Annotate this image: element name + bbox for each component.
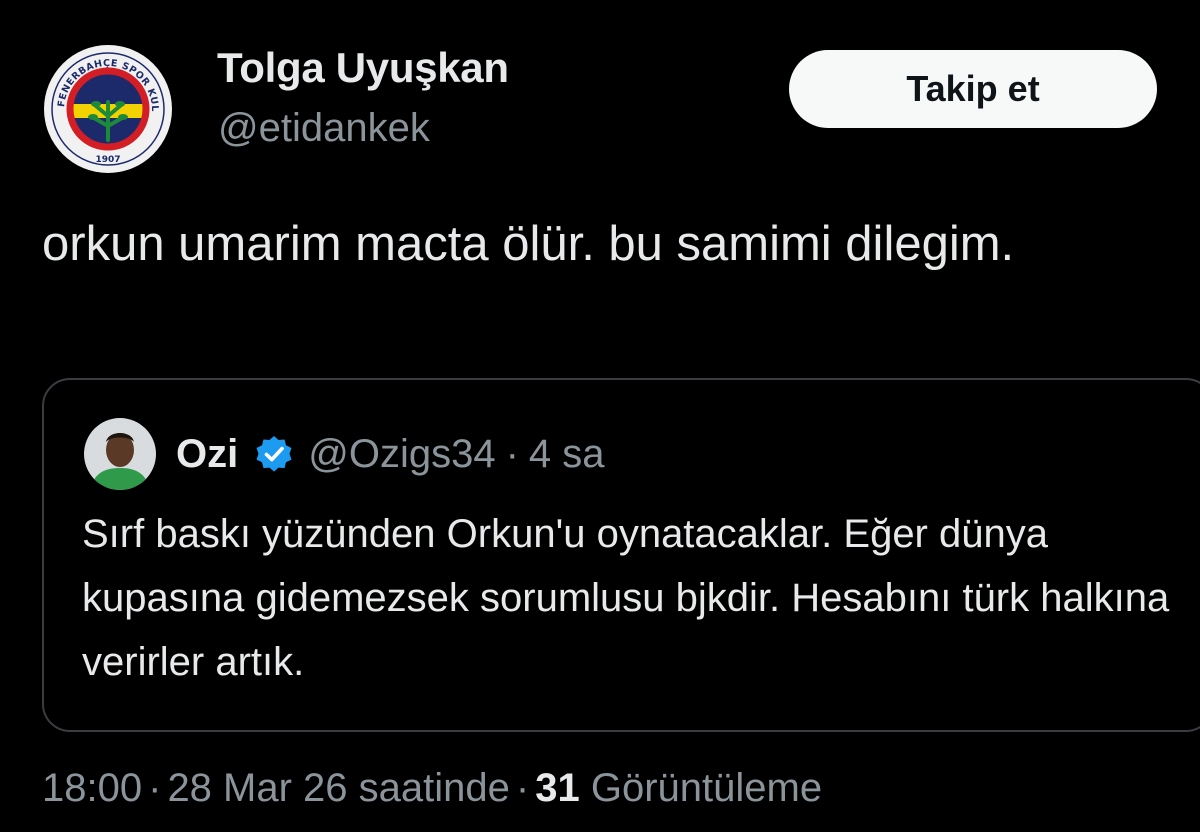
views-label[interactable]: Görüntüleme [591,766,822,810]
tweet-date[interactable]: 28 Mar 26 saatinde [167,766,509,810]
svg-text:1907: 1907 [95,155,120,165]
tweet-meta: 18:00 · 28 Mar 26 saatinde · 31 Görüntüleme [42,766,822,811]
quoted-tweet-card[interactable]: Ozi @Ozigs34 · 4 sa Sırf baskı yüzünden … [42,378,1200,732]
quoted-tweet-header: Ozi @Ozigs34 · 4 sa [176,424,605,484]
tweet-time[interactable]: 18:00 [42,766,142,810]
quoted-author-handle[interactable]: @Ozigs34 [308,432,495,477]
separator-dot: · [515,766,530,810]
quoted-author-avatar[interactable] [84,418,156,490]
person-avatar-icon [84,418,156,490]
separator-dot: · [505,431,519,476]
author-display-name[interactable]: Tolga Uyuşkan [217,44,509,92]
quoted-tweet-time[interactable]: 4 sa [529,432,605,477]
verified-badge-icon [254,434,294,474]
separator-dot: · [148,766,162,810]
views-count[interactable]: 31 [535,766,580,810]
follow-button[interactable]: Takip et [789,50,1157,128]
author-handle[interactable]: @etidankek [218,106,430,151]
tweet-text: orkun umarim macta ölür. bu samimi dileg… [42,217,1015,271]
author-avatar[interactable]: FENERBAHÇE SPOR KULÜBÜ 1907 [42,44,174,174]
quoted-author-name[interactable]: Ozi [176,432,238,477]
quoted-tweet-text: Sırf baskı yüzünden Orkun'u oynatacaklar… [82,512,1170,684]
fenerbahce-crest-icon: FENERBAHÇE SPOR KULÜBÜ 1907 [42,44,172,173]
